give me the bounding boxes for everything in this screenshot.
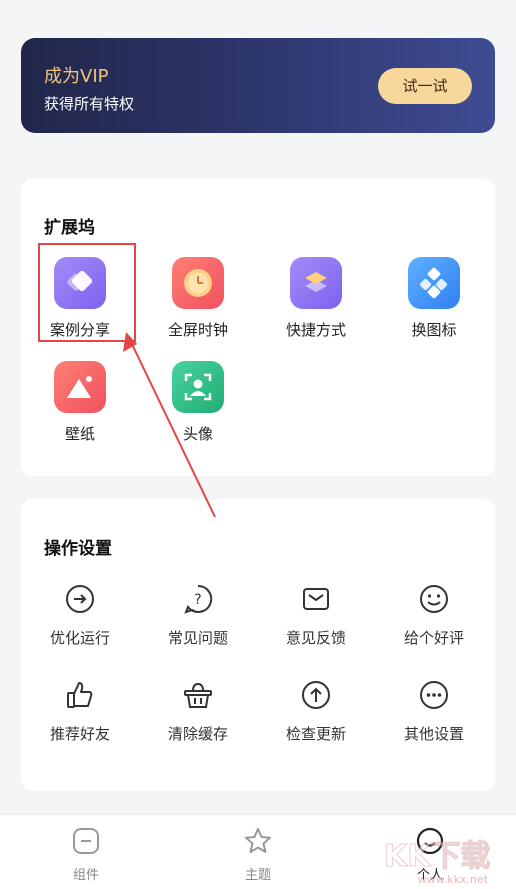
- star-icon: [245, 828, 271, 853]
- annotation-arrow: [123, 332, 216, 518]
- nav-themes[interactable]: 主题: [208, 826, 308, 883]
- nav-label: 组件: [72, 868, 99, 883]
- widget-icon: [73, 828, 99, 854]
- svg-text:KK下载: KK下载: [384, 839, 491, 874]
- nav-widgets[interactable]: 组件: [36, 826, 136, 883]
- watermark-url: www.kkx.net: [417, 873, 488, 886]
- nav-label: 主题: [244, 868, 271, 883]
